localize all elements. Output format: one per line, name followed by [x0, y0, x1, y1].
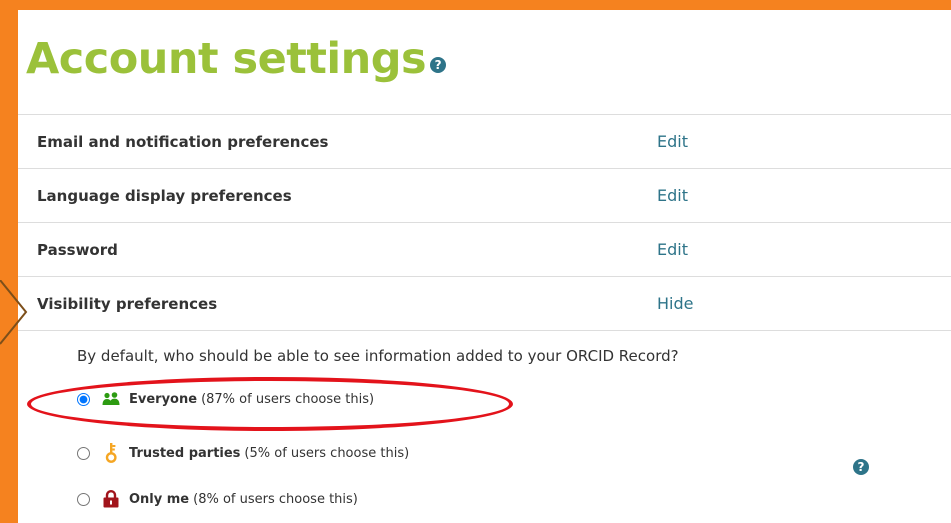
settings-list: Email and notification preferences Edit … — [18, 114, 951, 331]
everyone-radio[interactable] — [77, 392, 90, 406]
lock-icon — [102, 490, 120, 508]
everyone-note: (87% of users choose this) — [201, 391, 375, 407]
settings-row-language: Language display preferences Edit — [18, 169, 951, 223]
visibility-preferences-label: Visibility preferences — [37, 295, 218, 313]
only-me-note: (8% of users choose this) — [193, 491, 358, 507]
visibility-question: By default, who should be able to see in… — [77, 347, 679, 365]
page-title: Account settings — [26, 34, 427, 84]
key-icon — [102, 443, 120, 463]
language-preferences-label: Language display preferences — [37, 187, 292, 205]
visibility-help-icon[interactable]: ? — [853, 459, 869, 475]
password-edit-link[interactable]: Edit — [657, 240, 688, 259]
password-label: Password — [37, 241, 118, 259]
account-settings-panel: Account settings ? Email and notificatio… — [18, 10, 951, 523]
everyone-label: Everyone — [129, 391, 198, 407]
trusted-parties-note: (5% of users choose this) — [244, 445, 410, 461]
visibility-option-only-me[interactable]: Only me (8% of users choose this) — [77, 490, 358, 508]
users-icon — [102, 390, 120, 408]
visibility-preferences-hide-link[interactable]: Hide — [657, 294, 693, 313]
trusted-parties-label: Trusted parties — [129, 445, 241, 461]
title-row: Account settings ? — [26, 34, 447, 84]
trusted-parties-radio[interactable] — [77, 446, 90, 460]
visibility-option-trusted-parties[interactable]: Trusted parties (5% of users choose this… — [77, 443, 410, 463]
only-me-radio[interactable] — [77, 492, 90, 506]
settings-row-password: Password Edit — [18, 223, 951, 277]
settings-row-visibility: Visibility preferences Hide — [18, 277, 951, 331]
help-icon[interactable]: ? — [430, 56, 447, 73]
only-me-label: Only me — [129, 491, 190, 507]
visibility-option-everyone[interactable]: Everyone (87% of users choose this) — [77, 390, 374, 408]
email-preferences-label: Email and notification preferences — [37, 133, 329, 151]
settings-row-email: Email and notification preferences Edit — [18, 115, 951, 169]
email-preferences-edit-link[interactable]: Edit — [657, 132, 688, 151]
language-preferences-edit-link[interactable]: Edit — [657, 186, 688, 205]
